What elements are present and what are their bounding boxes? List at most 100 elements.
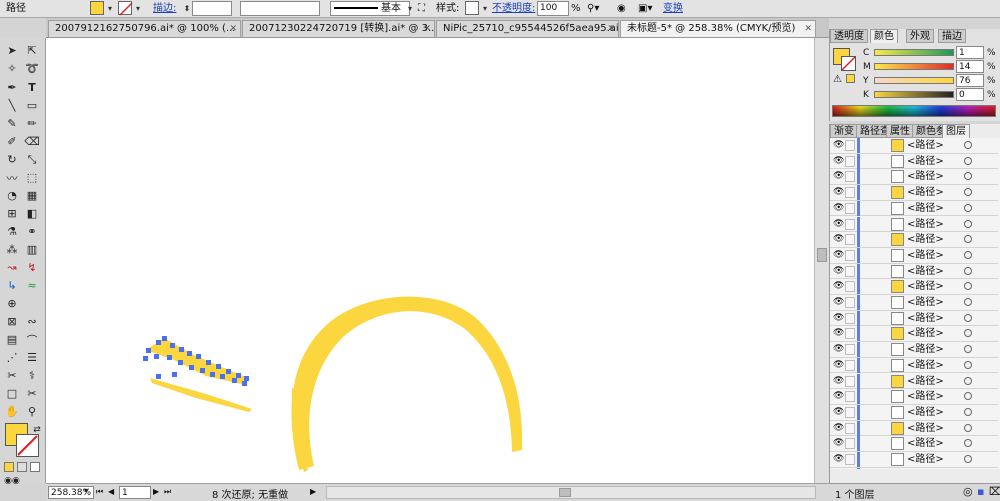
pencil-tool-icon[interactable]: ✏ bbox=[23, 115, 41, 132]
eyedropper-tool-icon[interactable]: ⚗ bbox=[3, 223, 21, 240]
lock-toggle[interactable] bbox=[845, 281, 855, 293]
lock-toggle[interactable] bbox=[845, 454, 855, 465]
visibility-eye-icon[interactable]: 👁 bbox=[833, 455, 844, 464]
draw-mode-icon[interactable]: ◉◉ bbox=[3, 472, 21, 489]
visibility-eye-icon[interactable]: 👁 bbox=[833, 345, 844, 354]
close-icon[interactable]: ✕ bbox=[607, 21, 615, 37]
layer-row[interactable]: 👁<路径> bbox=[830, 138, 998, 154]
path-tool-icon[interactable]: ⌒ bbox=[23, 331, 41, 348]
pen-tool-icon[interactable]: ✒ bbox=[3, 79, 21, 96]
visibility-eye-icon[interactable]: 👁 bbox=[833, 423, 844, 432]
visibility-eye-icon[interactable]: 👁 bbox=[833, 141, 844, 150]
visibility-eye-icon[interactable]: 👁 bbox=[833, 156, 844, 165]
slider-c[interactable]: C 1 % bbox=[832, 46, 998, 60]
target-circle-icon[interactable] bbox=[964, 360, 972, 369]
layer-row[interactable]: 👁<路径> bbox=[830, 404, 998, 421]
target-circle-icon[interactable] bbox=[964, 188, 972, 197]
lock-toggle[interactable] bbox=[845, 140, 855, 151]
blend-tool-icon[interactable]: ⚭ bbox=[23, 223, 41, 240]
artboard-tool-icon[interactable]: ⊠ bbox=[3, 313, 21, 330]
lock-toggle[interactable] bbox=[845, 422, 855, 434]
shape-builder-tool-icon[interactable]: ◔ bbox=[3, 187, 21, 204]
target-circle-icon[interactable] bbox=[964, 329, 972, 338]
tab-document-3[interactable]: NiPic_25710_c95544526f5aea95.ai* ✕ bbox=[436, 20, 619, 37]
layer-row[interactable]: 👁<路径> bbox=[830, 232, 998, 248]
horizontal-scrollbar[interactable] bbox=[326, 486, 816, 499]
channel-value[interactable]: 1 bbox=[956, 46, 984, 59]
column-graph-tool-icon[interactable]: ▥ bbox=[23, 241, 41, 258]
perspective-grid-tool-icon[interactable]: ▦ bbox=[23, 187, 41, 204]
lock-toggle[interactable] bbox=[845, 234, 855, 246]
artboard-canvas[interactable] bbox=[46, 38, 814, 483]
lock-toggle[interactable] bbox=[845, 359, 855, 371]
layer-row[interactable]: 👁<路径> bbox=[830, 420, 998, 437]
target-circle-icon[interactable] bbox=[964, 250, 972, 259]
visibility-eye-icon[interactable]: 👁 bbox=[833, 266, 844, 275]
fill-swatch[interactable] bbox=[90, 1, 104, 15]
layer-row[interactable]: 👁<路径> bbox=[830, 279, 998, 295]
layer-row[interactable]: 👁<路径> bbox=[830, 467, 998, 469]
lock-toggle[interactable] bbox=[845, 249, 855, 261]
tab-transparency[interactable]: 透明度 bbox=[830, 29, 868, 43]
target-circle-icon[interactable] bbox=[964, 156, 972, 165]
layer-row[interactable]: 👁<路径> bbox=[830, 295, 998, 311]
make-clip-mask-icon[interactable]: ◎ bbox=[963, 485, 973, 498]
type-tool-icon[interactable]: T bbox=[23, 79, 41, 96]
first-artboard-icon[interactable]: ⏮ bbox=[96, 487, 103, 497]
symbol-sprayer-tool-icon[interactable]: ⁂ bbox=[3, 241, 21, 258]
smooth-tool-icon[interactable]: ≈ bbox=[23, 277, 41, 294]
profile-dropdown-icon[interactable]: ▾ bbox=[405, 1, 415, 16]
channel-value[interactable]: 0 bbox=[956, 88, 984, 101]
last-artboard-icon[interactable]: ⏭ bbox=[164, 487, 171, 497]
spark-tool-icon[interactable]: ⋰ bbox=[3, 349, 21, 366]
color-spectrum[interactable] bbox=[832, 105, 996, 117]
lasso-tool-icon[interactable]: ➰ bbox=[23, 60, 41, 77]
target-circle-icon[interactable] bbox=[964, 345, 972, 354]
channel-bar[interactable] bbox=[874, 63, 954, 70]
target-circle-icon[interactable] bbox=[964, 172, 972, 181]
target-circle-icon[interactable] bbox=[964, 455, 972, 463]
slice-tool-icon[interactable]: ∾ bbox=[23, 313, 41, 330]
target-circle-icon[interactable] bbox=[964, 282, 972, 291]
tab-layers[interactable]: 图层 bbox=[942, 124, 970, 138]
chart-tool-icon[interactable]: ▤ bbox=[3, 331, 21, 348]
transform-link[interactable]: 变换 bbox=[663, 2, 683, 16]
scale-tool-icon[interactable]: ⤡ bbox=[23, 151, 41, 168]
zoom-dropdown-icon[interactable]: ▾ bbox=[84, 486, 88, 495]
prev-artboard-icon[interactable]: ◀ bbox=[108, 487, 114, 496]
lock-toggle[interactable] bbox=[845, 265, 855, 277]
lock-toggle[interactable] bbox=[845, 202, 855, 214]
opacity-link[interactable]: 不透明度: bbox=[492, 2, 535, 16]
visibility-eye-icon[interactable]: 👁 bbox=[833, 298, 844, 307]
crosshair-tool-icon[interactable]: ⊕ bbox=[3, 295, 21, 312]
layer-row[interactable]: 👁<路径> bbox=[830, 200, 998, 217]
lock-toggle[interactable] bbox=[845, 155, 855, 167]
target-circle-icon[interactable] bbox=[964, 423, 972, 432]
layer-row[interactable]: 👁<路径> bbox=[830, 216, 998, 233]
stroke-weight-field[interactable] bbox=[192, 1, 232, 16]
visibility-eye-icon[interactable]: 👁 bbox=[833, 313, 844, 322]
scissors-tool-icon[interactable]: ✂ bbox=[23, 385, 41, 402]
color-mode-icon[interactable] bbox=[4, 462, 14, 472]
rectangle-tool-icon[interactable]: ▭ bbox=[23, 97, 41, 114]
hand-tool-icon[interactable]: ✋ bbox=[3, 403, 21, 420]
visibility-eye-icon[interactable]: 👁 bbox=[833, 407, 844, 416]
target-circle-icon[interactable] bbox=[964, 219, 972, 228]
graphic-style-swatch[interactable] bbox=[465, 1, 479, 15]
channel-bar[interactable] bbox=[874, 91, 954, 98]
close-icon[interactable]: ✕ bbox=[804, 21, 812, 37]
visibility-eye-icon[interactable]: 👁 bbox=[833, 203, 844, 212]
layer-row[interactable]: 👁<路径> bbox=[830, 247, 998, 264]
variable-width-field[interactable] bbox=[240, 1, 320, 16]
layer-row[interactable]: 👁<路径> bbox=[830, 357, 998, 374]
transform-icon[interactable]: ⛶ bbox=[418, 2, 425, 16]
tab-attributes[interactable]: 属性 bbox=[886, 124, 914, 138]
close-icon[interactable]: ✕ bbox=[229, 21, 237, 37]
channel-bar[interactable] bbox=[874, 77, 954, 84]
lock-toggle[interactable] bbox=[845, 438, 855, 450]
style-dropdown-icon[interactable]: ▾ bbox=[480, 1, 490, 16]
slider-m[interactable]: M 14 % bbox=[832, 60, 998, 74]
blob-brush-tool-icon[interactable]: ✐ bbox=[3, 133, 21, 150]
layer-row[interactable]: 👁<路径> bbox=[830, 263, 998, 280]
visibility-eye-icon[interactable]: 👁 bbox=[833, 360, 844, 369]
